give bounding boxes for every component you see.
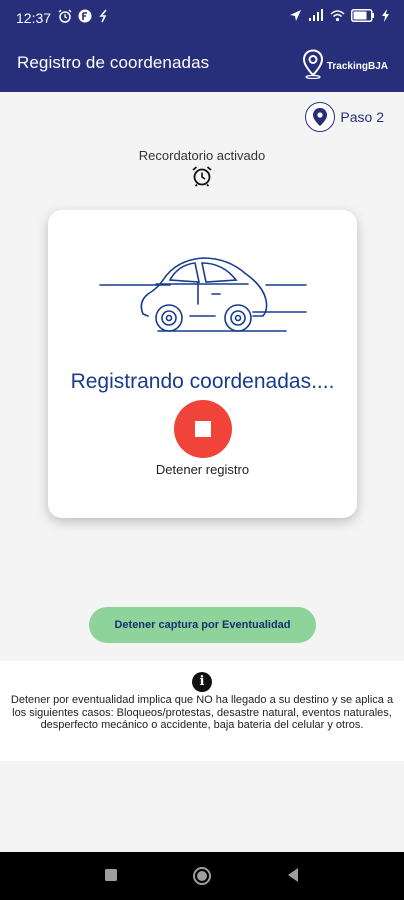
location-pin-icon: [313, 108, 328, 126]
brand-name: TrackingBJA: [326, 60, 388, 72]
status-time: 12:37: [16, 10, 52, 26]
info-text: Detener por eventualidad implica que NO …: [10, 694, 394, 731]
signal-icon: [309, 9, 323, 21]
info-panel: i Detener por eventualidad implica que N…: [0, 661, 404, 761]
f-icon: [78, 9, 92, 23]
location-icon: [290, 10, 301, 21]
alarm-clock-icon: [192, 166, 212, 187]
recents-button[interactable]: [104, 867, 118, 883]
location-pin-icon: [302, 49, 323, 79]
alarm-icon: [58, 9, 72, 23]
info-icon: i: [192, 672, 212, 692]
charging-icon: [382, 9, 389, 22]
status-right-icons: [289, 9, 390, 22]
system-nav-bar: [0, 852, 404, 900]
flash-icon: [99, 9, 107, 23]
stop-recording-label: Detener registro: [155, 462, 250, 477]
recording-status: Registrando coordenadas....: [70, 370, 335, 393]
brand-logo: TrackingBJA: [302, 49, 388, 79]
stop-by-event-button[interactable]: Detener captura por Eventualidad: [89, 607, 316, 643]
page-title: Registro de coordenadas: [17, 53, 210, 72]
step-pin-badge: [305, 102, 336, 132]
status-left-icons: [58, 9, 110, 23]
step-label: Paso 2: [340, 109, 384, 125]
stop-recording-button[interactable]: [174, 400, 232, 458]
step-indicator: Paso 2: [305, 102, 384, 132]
battery-icon: [351, 9, 374, 22]
car-icon: [99, 257, 307, 332]
app-bar: Registro de coordenadas TrackingBJA: [0, 36, 404, 92]
recording-card: Registrando coordenadas.... Detener regi…: [48, 210, 357, 518]
back-button[interactable]: [286, 867, 300, 883]
status-bar: 12:37: [0, 0, 404, 36]
home-button[interactable]: [192, 867, 212, 885]
reminder-label: Recordatorio activado: [138, 148, 266, 163]
wifi-icon: [330, 10, 345, 22]
stop-icon: [195, 421, 211, 437]
